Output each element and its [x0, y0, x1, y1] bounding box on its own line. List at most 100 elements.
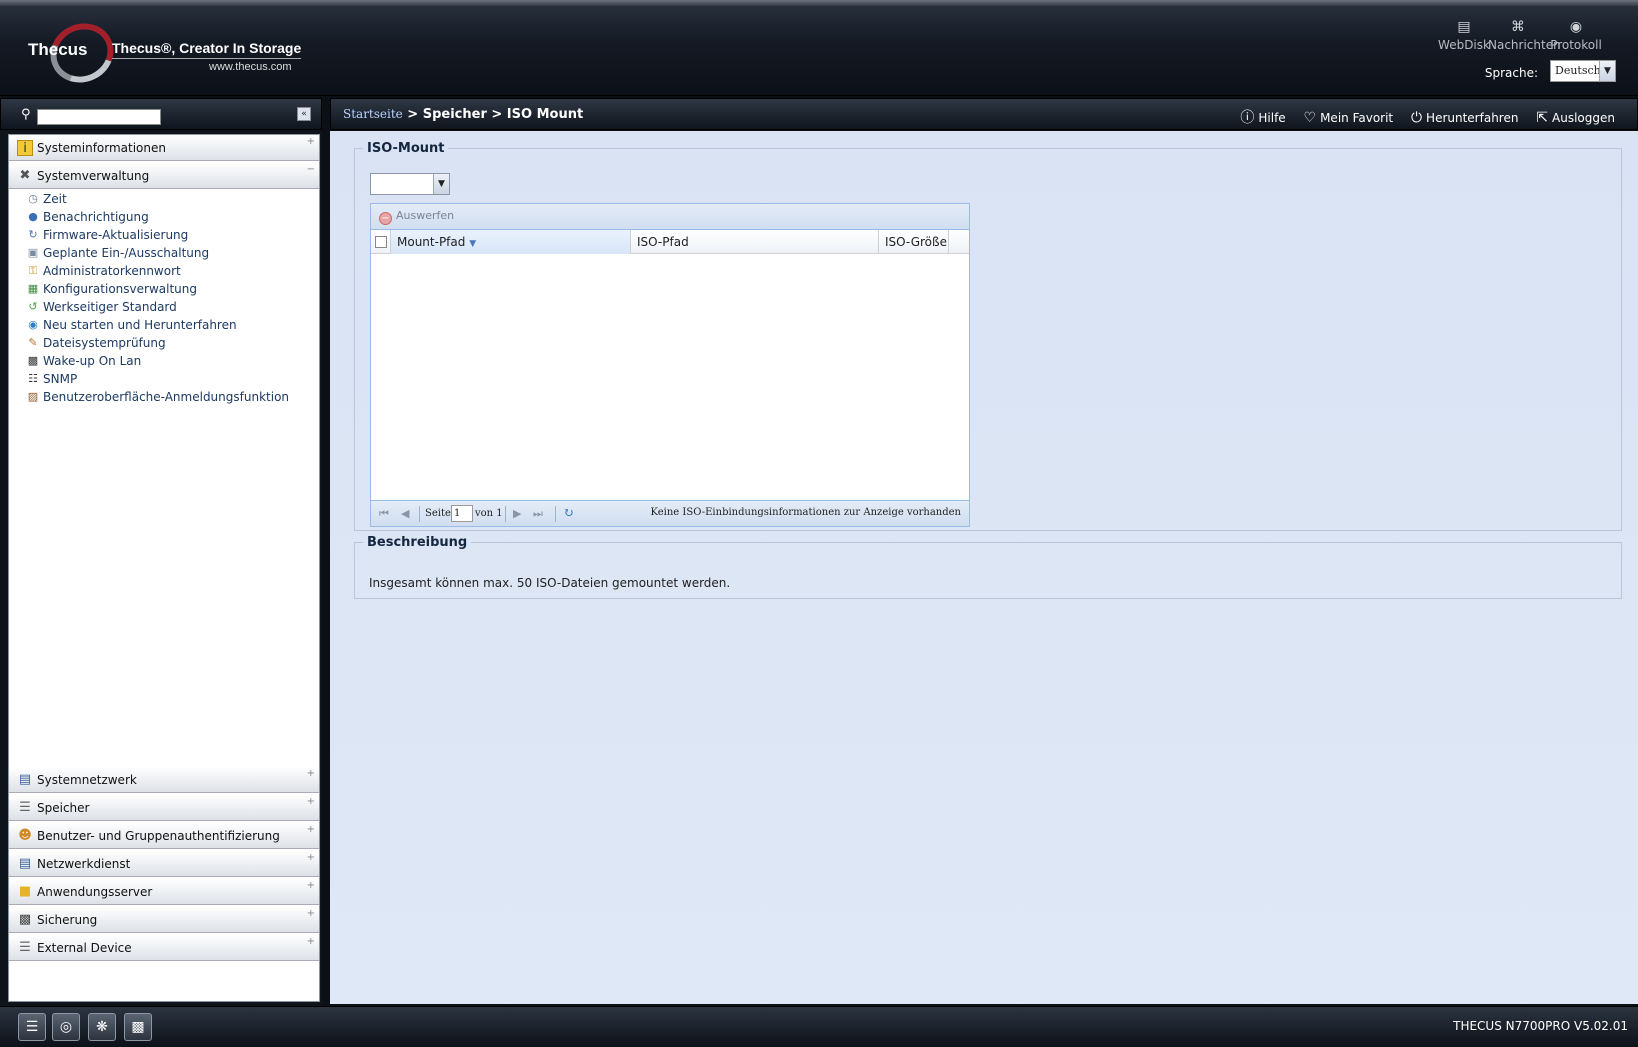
- first-page-icon[interactable]: ⏮: [379, 506, 389, 522]
- section-systemverwaltung[interactable]: ✖ Systemverwaltung −: [9, 163, 319, 189]
- thecus-logo: Thecus Thecus®, Creator In Storage www.t…: [26, 13, 326, 93]
- search-icon: ⚲: [21, 107, 31, 122]
- webdisk-button[interactable]: ▤ WebDisk: [1434, 18, 1494, 52]
- sidebar-item-wol[interactable]: ▩ Wake-up On Lan: [9, 352, 319, 370]
- expand-icon[interactable]: +: [307, 853, 315, 863]
- logo-brand: Thecus: [28, 40, 88, 59]
- section-systeminformationen[interactable]: i Systeminformationen +: [9, 135, 319, 161]
- page-number-input[interactable]: 1: [451, 505, 473, 522]
- page-of-label: von 1: [475, 508, 503, 519]
- expand-icon[interactable]: +: [307, 881, 315, 891]
- section-sicherung[interactable]: ▩ Sicherung +: [9, 907, 319, 933]
- fan-status-button[interactable]: ❋: [88, 1013, 116, 1041]
- network-status-button[interactable]: ▩: [124, 1013, 152, 1041]
- refresh-icon[interactable]: ↻: [563, 506, 574, 522]
- cd-status-button[interactable]: ◎: [52, 1013, 80, 1041]
- sidebar-item-factory-default[interactable]: ↺ Werkseitiger Standard: [9, 298, 319, 316]
- logo-url: www.thecus.com: [209, 61, 292, 73]
- firmware-icon: ↻: [28, 228, 38, 241]
- grid-toolbar: − Auswerfen: [371, 204, 969, 230]
- filesystem-icon: ✎: [28, 336, 38, 349]
- section-benutzer[interactable]: ☻ Benutzer- und Gruppenauthentifizierung…: [9, 823, 319, 849]
- disk-icon: ☰: [25, 1019, 39, 1035]
- sidebar-item-filesystem-check[interactable]: ✎ Dateisystemprüfung: [9, 334, 319, 352]
- sort-desc-icon: ▼: [469, 239, 477, 249]
- rss-icon: ⌘: [1511, 19, 1525, 35]
- breadcrumb-home-link[interactable]: Startseite: [343, 107, 403, 121]
- clock-icon: ◷: [28, 192, 38, 205]
- collapse-icon[interactable]: −: [307, 165, 315, 175]
- chevron-down-icon[interactable]: ▼: [433, 174, 449, 194]
- next-page-icon[interactable]: ▶: [513, 506, 521, 522]
- section-anwendungsserver[interactable]: ■ Anwendungsserver +: [9, 879, 319, 905]
- eject-button[interactable]: − Auswerfen: [379, 209, 454, 225]
- folder-icon: ■: [18, 884, 32, 899]
- storage-icon: ☰: [19, 800, 31, 815]
- favorite-link[interactable]: ♡ Mein Favorit: [1303, 110, 1394, 126]
- shutdown-link[interactable]: ⏻ Herunterfahren: [1411, 110, 1519, 126]
- backup-icon: ▩: [18, 912, 32, 927]
- server-icon: ▤: [1457, 19, 1471, 35]
- key-icon: ⚿: [28, 264, 38, 277]
- users-icon: ☻: [18, 828, 32, 843]
- sidebar-item-reboot[interactable]: ◉ Neu starten und Herunterfahren: [9, 316, 319, 334]
- select-all-checkbox[interactable]: [371, 230, 391, 254]
- iso-mount-legend: ISO-Mount: [367, 141, 445, 156]
- cd-icon: ◎: [59, 1019, 73, 1035]
- expand-icon[interactable]: +: [307, 769, 315, 779]
- expand-icon[interactable]: +: [307, 797, 315, 807]
- status-bar: ☰ ◎ ❋ ▩ THECUS N7700PRO V5.02.01: [0, 1006, 1638, 1047]
- sidebar-item-snmp[interactable]: ☷ SNMP: [9, 370, 319, 388]
- fan-icon: ❋: [96, 1019, 108, 1035]
- logout-icon: ⇱: [1536, 110, 1549, 126]
- language-select[interactable]: Deutsch ▼: [1550, 60, 1616, 82]
- sidebar-item-benachrichtigung[interactable]: ● Benachrichtigung: [9, 208, 319, 226]
- log-button[interactable]: ◉ Protokoll: [1546, 18, 1606, 52]
- chevron-down-icon: ▼: [1599, 61, 1615, 81]
- news-button[interactable]: ⌘ Nachrichten: [1488, 18, 1561, 52]
- sidebar-item-config[interactable]: ▦ Konfigurationsverwaltung: [9, 280, 319, 298]
- search-input[interactable]: [37, 109, 161, 125]
- logo-tagline: Thecus®, Creator In Storage: [112, 40, 302, 59]
- sidebar-item-firmware[interactable]: ↻ Firmware-Aktualisierung: [9, 226, 319, 244]
- grid-pager: ⏮ ◀ Seite 1 von 1 ▶ ⏭ ↻ Keine ISO-Einbin…: [371, 500, 969, 526]
- reset-icon: ↺: [28, 300, 38, 313]
- column-mount-path[interactable]: Mount-Pfad ▼: [391, 230, 631, 254]
- grid-body: [371, 254, 969, 500]
- section-systemnetzwerk[interactable]: ▤ Systemnetzwerk +: [9, 767, 319, 793]
- expand-icon[interactable]: +: [307, 909, 315, 919]
- chat-icon: ◉: [1569, 19, 1583, 35]
- iso-share-select[interactable]: ▼: [370, 173, 450, 195]
- top-links: ⓘ Hilfe ♡ Mein Favorit ⏻ Herunterfahren ⇱ Au…: [1226, 107, 1615, 127]
- language-label: Sprache:: [1484, 66, 1538, 80]
- expand-icon[interactable]: +: [307, 137, 315, 147]
- last-page-icon[interactable]: ⏭: [533, 506, 543, 522]
- section-external-device[interactable]: ☰ External Device +: [9, 935, 319, 961]
- checkbox[interactable]: [375, 236, 387, 248]
- header-icons: ▤ WebDisk ⌘ Nachrichten ◉ Protokoll: [1434, 18, 1614, 54]
- section-netzwerkdienst[interactable]: ▤ Netzwerkdienst +: [9, 851, 319, 877]
- disk-status-button[interactable]: ☰: [18, 1013, 46, 1041]
- iso-grid: − Auswerfen Mount-Pfad ▼ ISO-Pfad ISO-Grö…: [370, 203, 970, 527]
- heart-icon: ♡: [1303, 110, 1317, 126]
- expand-icon[interactable]: +: [307, 937, 315, 947]
- column-iso-path[interactable]: ISO-Pfad: [631, 230, 879, 254]
- column-iso-size[interactable]: ISO-Größe: [879, 230, 949, 254]
- section-speicher[interactable]: ☰ Speicher +: [9, 795, 319, 821]
- sidebar-item-admin-password[interactable]: ⚿ Administratorkennwort: [9, 262, 319, 280]
- help-link[interactable]: ⓘ Hilfe: [1240, 110, 1285, 126]
- expand-icon[interactable]: +: [307, 825, 315, 835]
- schedule-icon: ▣: [27, 246, 39, 259]
- collapse-sidebar-button[interactable]: «: [297, 107, 311, 121]
- network-icon: ▤: [18, 772, 32, 787]
- grid-empty-message: Keine ISO-Einbindungsinformationen zur A…: [650, 507, 961, 518]
- logout-link[interactable]: ⇱ Ausloggen: [1536, 110, 1615, 126]
- tools-icon: ✖: [19, 168, 31, 183]
- sidebar-item-zeit[interactable]: ◷ Zeit: [9, 190, 319, 208]
- power-icon: ◉: [28, 318, 38, 331]
- wol-icon: ▩: [27, 354, 39, 367]
- sidebar-search-bar: ⚲ «: [0, 98, 322, 130]
- prev-page-icon[interactable]: ◀: [401, 506, 409, 522]
- sidebar-item-ui-login[interactable]: ▨ Benutzeroberfläche-Anmeldungsfunktion: [9, 388, 319, 406]
- sidebar-item-schedule[interactable]: ▣ Geplante Ein-/Ausschaltung: [9, 244, 319, 262]
